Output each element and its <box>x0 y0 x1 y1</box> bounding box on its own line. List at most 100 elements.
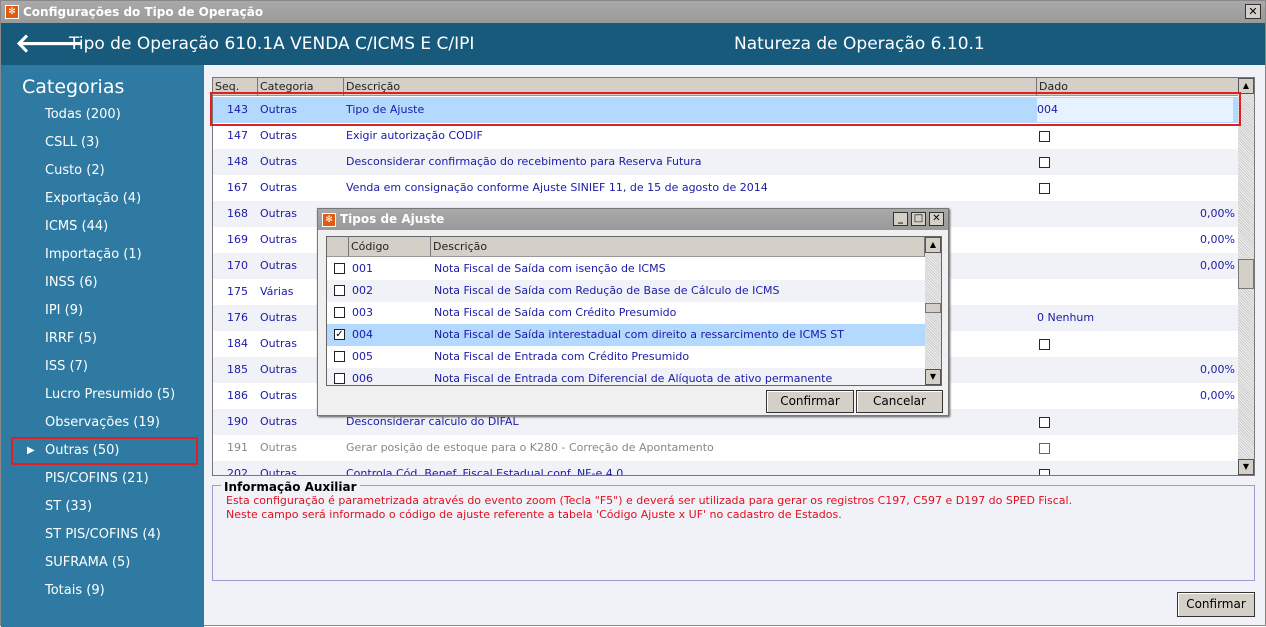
window-title: Configurações do Tipo de Operação <box>23 5 264 19</box>
cell-categoria: Várias <box>260 285 294 298</box>
table-row[interactable]: 191 Outras Gerar posição de estoque para… <box>213 435 1239 461</box>
sidebar-item[interactable]: Totais (9) <box>11 577 198 605</box>
scroll-down-icon[interactable]: ▼ <box>1238 459 1254 475</box>
table-row[interactable]: 148 Outras Desconsiderar confirmação do … <box>213 149 1239 175</box>
cell-dado-checkbox[interactable] <box>1039 149 1050 175</box>
dialog-cancel-button[interactable]: Cancelar <box>856 390 943 413</box>
list-item[interactable]: 006 Nota Fiscal de Entrada com Diferenci… <box>327 368 925 385</box>
cell-codigo: 004 <box>352 328 373 341</box>
scroll-down-icon[interactable]: ▼ <box>925 369 941 385</box>
cell-dado[interactable]: 0,00% <box>1200 253 1235 279</box>
sidebar-item[interactable]: Todas (200) <box>11 101 198 129</box>
cell-seq: 148 <box>227 155 248 168</box>
checkbox[interactable] <box>334 285 345 296</box>
informacao-auxiliar: Informação Auxiliar Esta configuração é … <box>212 480 1255 581</box>
sidebar-item-label: Totais (9) <box>45 583 105 598</box>
cell-seq: 169 <box>227 233 248 246</box>
list-item[interactable]: ✓ 004 Nota Fiscal de Saída interestadual… <box>327 324 925 346</box>
scroll-thumb[interactable] <box>925 303 941 313</box>
cell-dado-checkbox[interactable] <box>1039 435 1050 461</box>
title-bar: ✻ Configurações do Tipo de Operação ✕ <box>1 1 1265 23</box>
sidebar-item-label: Exportação (4) <box>45 191 142 206</box>
cell-dado-checkbox[interactable] <box>1039 331 1050 357</box>
scroll-up-icon[interactable]: ▲ <box>925 237 941 253</box>
sidebar-item-label: Todas (200) <box>45 107 121 122</box>
sidebar-item-label: ICMS (44) <box>45 219 109 234</box>
sidebar-item-label: ISS (7) <box>45 359 88 374</box>
sidebar-item[interactable]: IRRF (5) <box>11 325 198 353</box>
close-icon[interactable]: ✕ <box>929 212 944 226</box>
list-item[interactable]: 002 Nota Fiscal de Saída com Redução de … <box>327 280 925 302</box>
sidebar-item[interactable]: ICMS (44) <box>11 213 198 241</box>
cell-dado-checkbox[interactable] <box>1039 175 1050 201</box>
checkbox[interactable] <box>334 263 345 274</box>
cell-seq: 184 <box>227 337 248 350</box>
sidebar-item[interactable]: Exportação (4) <box>11 185 198 213</box>
scroll-thumb[interactable] <box>1238 259 1254 289</box>
categorias-title: Categorias <box>22 76 125 98</box>
cell-dado[interactable]: 0,00% <box>1200 201 1235 227</box>
sidebar-item[interactable]: INSS (6) <box>11 269 198 297</box>
info-title: Informação Auxiliar <box>221 480 360 494</box>
cell-categoria: Outras <box>260 155 297 168</box>
list-item[interactable]: 003 Nota Fiscal de Saída com Crédito Pre… <box>327 302 925 324</box>
column-descricao[interactable]: Descrição <box>431 237 925 257</box>
sidebar-item[interactable]: IPI (9) <box>11 297 198 325</box>
list-item[interactable]: 005 Nota Fiscal de Entrada com Crédito P… <box>327 346 925 368</box>
sidebar-item[interactable]: Importação (1) <box>11 241 198 269</box>
list-item[interactable]: 001 Nota Fiscal de Saída com isenção de … <box>327 258 925 280</box>
minimize-icon[interactable]: _ <box>893 212 908 226</box>
cell-dado[interactable]: 0,00% <box>1200 227 1235 253</box>
checkbox[interactable] <box>334 307 345 318</box>
sidebar-item[interactable]: Custo (2) <box>11 157 198 185</box>
sidebar-item[interactable]: ISS (7) <box>11 353 198 381</box>
table-row[interactable]: 167 Outras Venda em consignação conforme… <box>213 175 1239 201</box>
cell-categoria: Outras <box>260 415 297 428</box>
cell-descricao: Nota Fiscal de Saída com Crédito Presumi… <box>434 306 677 319</box>
maximize-icon[interactable]: □ <box>911 212 926 226</box>
cell-codigo: 002 <box>352 284 373 297</box>
table-row[interactable]: 202 Outras Controla Cód. Benef. Fiscal E… <box>213 461 1239 476</box>
cell-dado-checkbox[interactable] <box>1039 409 1050 435</box>
grid-scrollbar[interactable]: ▲ ▼ <box>1238 78 1254 475</box>
table-row[interactable]: 147 Outras Exigir autorização CODIF <box>213 123 1239 149</box>
sidebar-item[interactable]: CSLL (3) <box>11 129 198 157</box>
cell-categoria: Outras <box>260 181 297 194</box>
dialog-scrollbar[interactable]: ▲ ▼ <box>925 237 941 385</box>
cell-descricao: Nota Fiscal de Entrada com Crédito Presu… <box>434 350 690 363</box>
sidebar-item-label: Observações (19) <box>45 415 160 430</box>
sidebar-item[interactable]: Observações (19) <box>11 409 198 437</box>
sidebar-item[interactable]: ▶ Outras (50) <box>11 437 198 465</box>
confirm-button[interactable]: Confirmar <box>1177 592 1255 617</box>
cell-dado[interactable]: 0,00% <box>1200 383 1235 409</box>
sidebar-item[interactable]: ST (33) <box>11 493 198 521</box>
cell-categoria: Outras <box>260 311 297 324</box>
close-button[interactable]: ✕ <box>1245 4 1261 19</box>
cell-seq: 185 <box>227 363 248 376</box>
cell-seq: 202 <box>227 467 248 476</box>
checkbox[interactable] <box>334 351 345 362</box>
app-icon: ✻ <box>322 213 336 227</box>
sidebar-item-label: Outras (50) <box>45 443 120 458</box>
sidebar-item-label: INSS (6) <box>45 275 98 290</box>
cell-codigo: 001 <box>352 262 373 275</box>
cell-dado-checkbox[interactable] <box>1039 461 1050 475</box>
sidebar-item[interactable]: PIS/COFINS (21) <box>11 465 198 493</box>
sidebar-item[interactable]: ST PIS/COFINS (4) <box>11 521 198 549</box>
dialog-confirm-button[interactable]: Confirmar <box>766 390 854 413</box>
natureza-operacao: Natureza de Operação 6.10.1 <box>734 34 985 54</box>
selected-arrow-icon: ▶ <box>27 445 35 456</box>
cell-dado[interactable]: 0,00% <box>1200 357 1235 383</box>
cell-seq: 175 <box>227 285 248 298</box>
cell-seq: 170 <box>227 259 248 272</box>
tipo-operacao-title: Tipo de Operação 610.1A VENDA C/ICMS E C… <box>69 34 475 54</box>
column-codigo[interactable]: Código <box>349 237 431 257</box>
sidebar-item[interactable]: Lucro Presumido (5) <box>11 381 198 409</box>
cell-dado[interactable]: 0 Nenhum <box>1037 305 1094 331</box>
cell-descricao: Desconsiderar confirmação do recebimento… <box>346 155 702 168</box>
cell-dado-checkbox[interactable] <box>1039 123 1050 149</box>
checkbox[interactable] <box>334 373 345 384</box>
cell-categoria: Outras <box>260 337 297 350</box>
checkbox[interactable]: ✓ <box>334 329 345 340</box>
sidebar-item[interactable]: SUFRAMA (5) <box>11 549 198 577</box>
